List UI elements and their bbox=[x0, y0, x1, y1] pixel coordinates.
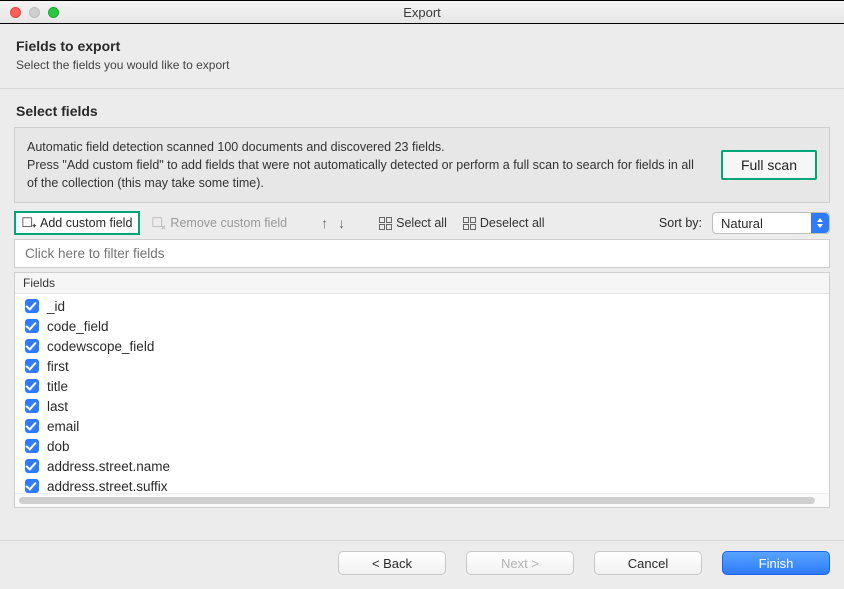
field-row[interactable]: _id bbox=[15, 296, 829, 316]
fields-list[interactable]: _id code_field codewscope_fieldfirst title l… bbox=[15, 294, 829, 493]
field-name: dob bbox=[47, 439, 70, 454]
fields-panel: Fields _id code_field codewscope_fieldfirs… bbox=[14, 272, 830, 508]
reorder-controls: ↑ ↓ bbox=[317, 215, 349, 231]
remove-custom-field-button: Remove custom field bbox=[148, 213, 291, 233]
page-header: Fields to export Select the fields you w… bbox=[0, 24, 844, 76]
field-row[interactable]: address.street.suffix bbox=[15, 476, 829, 493]
field-row[interactable]: email bbox=[15, 416, 829, 436]
add-field-icon bbox=[22, 216, 36, 230]
checkbox-icon[interactable] bbox=[25, 339, 39, 353]
sort-by-label: Sort by: bbox=[659, 216, 702, 230]
field-name: address.street.suffix bbox=[47, 479, 168, 494]
horizontal-scrollbar[interactable] bbox=[15, 493, 829, 507]
page-title: Fields to export bbox=[16, 38, 828, 54]
move-down-icon[interactable]: ↓ bbox=[338, 215, 345, 231]
filter-box bbox=[14, 239, 830, 268]
field-name: codewscope_field bbox=[47, 339, 154, 354]
finish-button[interactable]: Finish bbox=[722, 551, 830, 575]
deselect-all-button[interactable]: Deselect all bbox=[459, 213, 549, 233]
sort-by-value: Natural bbox=[721, 216, 763, 231]
select-all-label: Select all bbox=[396, 216, 447, 230]
back-button[interactable]: < Back bbox=[338, 551, 446, 575]
next-button: Next > bbox=[466, 551, 574, 575]
field-row[interactable]: codewscope_field bbox=[15, 336, 829, 356]
filter-input[interactable] bbox=[15, 240, 829, 267]
field-row[interactable]: last bbox=[15, 396, 829, 416]
section-title: Select fields bbox=[0, 89, 844, 127]
titlebar: Export bbox=[0, 0, 844, 24]
toolbar: Add custom field Remove custom field ↑ ↓… bbox=[14, 211, 830, 235]
move-up-icon[interactable]: ↑ bbox=[321, 215, 328, 231]
field-row[interactable]: address.street.name bbox=[15, 456, 829, 476]
field-name: last bbox=[47, 399, 68, 414]
stepper-icon bbox=[811, 213, 829, 233]
checkbox-icon[interactable] bbox=[25, 479, 39, 493]
wizard-footer: < Back Next > Cancel Finish bbox=[0, 540, 844, 589]
field-name: _id bbox=[47, 299, 65, 314]
add-custom-field-label: Add custom field bbox=[40, 216, 132, 230]
select-all-button[interactable]: Select all bbox=[375, 213, 451, 233]
field-row[interactable]: code_field bbox=[15, 316, 829, 336]
field-name: address.street.name bbox=[47, 459, 170, 474]
cancel-button[interactable]: Cancel bbox=[594, 551, 702, 575]
remove-custom-field-label: Remove custom field bbox=[170, 216, 287, 230]
checkbox-icon[interactable] bbox=[25, 459, 39, 473]
checkbox-icon[interactable] bbox=[25, 439, 39, 453]
checkbox-icon[interactable] bbox=[25, 319, 39, 333]
sort-by-select[interactable]: Natural bbox=[712, 212, 830, 234]
add-custom-field-button[interactable]: Add custom field bbox=[14, 211, 140, 235]
select-all-icon bbox=[379, 217, 392, 230]
checkbox-icon[interactable] bbox=[25, 379, 39, 393]
field-row[interactable]: dob bbox=[15, 436, 829, 456]
fields-header: Fields bbox=[15, 273, 829, 294]
checkbox-icon[interactable] bbox=[25, 359, 39, 373]
deselect-all-icon bbox=[463, 217, 476, 230]
info-panel: Automatic field detection scanned 100 do… bbox=[14, 127, 830, 203]
deselect-all-label: Deselect all bbox=[480, 216, 545, 230]
checkbox-icon[interactable] bbox=[25, 419, 39, 433]
field-name: email bbox=[47, 419, 79, 434]
window-title: Export bbox=[0, 5, 844, 20]
remove-field-icon bbox=[152, 216, 166, 230]
page-subtitle: Select the fields you would like to expo… bbox=[16, 58, 828, 72]
field-name: code_field bbox=[47, 319, 109, 334]
field-row[interactable]: first bbox=[15, 356, 829, 376]
full-scan-button[interactable]: Full scan bbox=[721, 150, 817, 180]
field-name: title bbox=[47, 379, 68, 394]
field-row[interactable]: title bbox=[15, 376, 829, 396]
info-message: Automatic field detection scanned 100 do… bbox=[27, 138, 703, 192]
checkbox-icon[interactable] bbox=[25, 399, 39, 413]
field-name: first bbox=[47, 359, 69, 374]
checkbox-icon[interactable] bbox=[25, 299, 39, 313]
